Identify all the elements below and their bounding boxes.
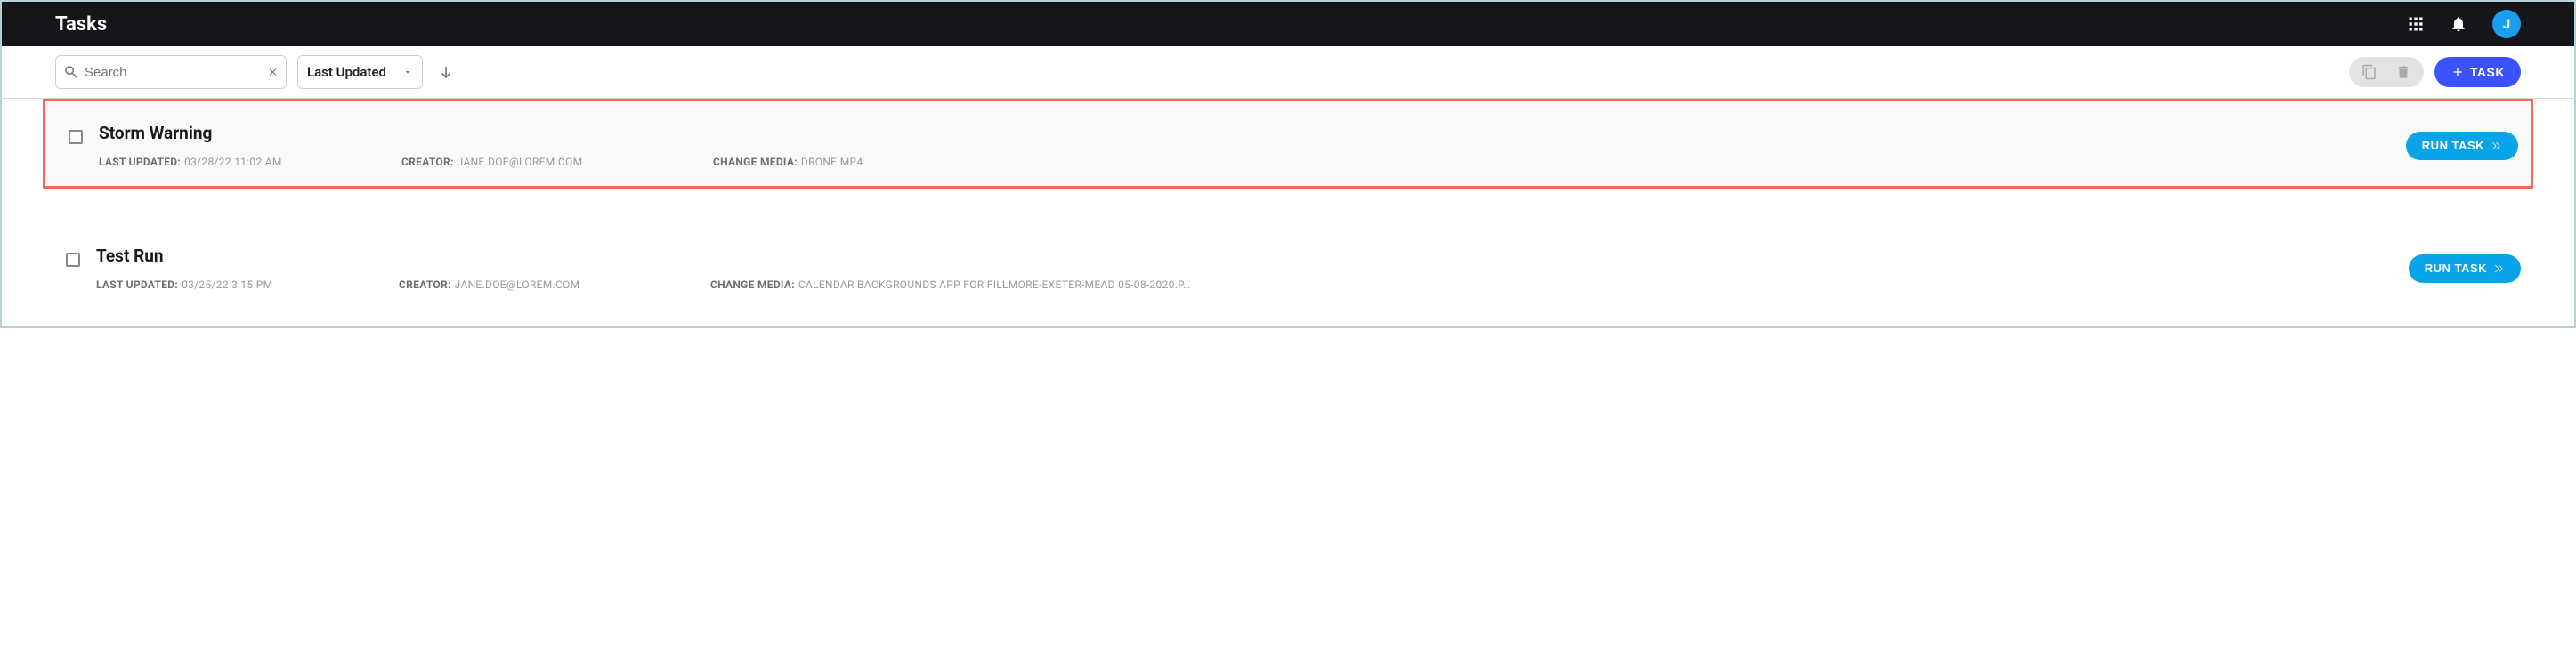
task-meta: LAST UPDATED:03/28/22 11:02 AM CREATOR:J…: [99, 156, 2390, 168]
chevron-double-right-icon: [2490, 140, 2502, 152]
search-input[interactable]: [79, 65, 267, 80]
copy-icon[interactable]: [2361, 64, 2378, 80]
meta-change-media: CHANGE MEDIA:DRONE.MP4: [713, 156, 2390, 168]
task-row[interactable]: Storm Warning LAST UPDATED:03/28/22 11:0…: [43, 99, 2533, 189]
page-title: Tasks: [55, 13, 107, 36]
task-title: Test Run: [96, 245, 2393, 266]
run-task-label: RUN TASK: [2425, 262, 2487, 275]
meta-creator: CREATOR:JANE.DOE@LOREM.COM: [401, 156, 713, 168]
run-task-label: RUN TASK: [2422, 139, 2484, 152]
meta-creator: CREATOR:JANE.DOE@LOREM.COM: [399, 278, 710, 291]
task-list: Storm Warning LAST UPDATED:03/28/22 11:0…: [2, 99, 2574, 326]
task-body: Test Run LAST UPDATED:03/25/22 3:15 PM C…: [96, 245, 2393, 291]
task-title: Storm Warning: [99, 123, 2390, 143]
arrow-down-icon: [438, 64, 454, 80]
sort-select[interactable]: Last Updated: [297, 55, 423, 89]
trash-icon[interactable]: [2395, 64, 2411, 80]
bulk-actions: [2349, 57, 2424, 87]
search-box[interactable]: [55, 55, 287, 89]
bell-icon[interactable]: [2450, 15, 2467, 33]
meta-change-media: CHANGE MEDIA:CALENDAR BACKGROUNDS APP FO…: [710, 278, 2393, 291]
clear-icon[interactable]: [267, 64, 279, 80]
sort-label: Last Updated: [307, 64, 386, 80]
avatar[interactable]: J: [2492, 10, 2521, 38]
task-checkbox[interactable]: [66, 253, 80, 267]
chevron-double-right-icon: [2492, 262, 2505, 275]
apps-icon[interactable]: [2407, 15, 2425, 33]
add-task-button[interactable]: TASK: [2434, 57, 2521, 87]
toolbar: Last Updated TASK: [2, 46, 2574, 99]
meta-last-updated: LAST UPDATED:03/25/22 3:15 PM: [96, 278, 399, 291]
plus-icon: [2450, 65, 2465, 79]
task-body: Storm Warning LAST UPDATED:03/28/22 11:0…: [99, 123, 2390, 168]
meta-last-updated: LAST UPDATED:03/28/22 11:02 AM: [99, 156, 401, 168]
search-icon: [63, 64, 79, 80]
topbar-right: J: [2407, 10, 2521, 38]
task-row[interactable]: Test Run LAST UPDATED:03/25/22 3:15 PM C…: [43, 224, 2533, 309]
task-checkbox[interactable]: [69, 130, 83, 144]
task-meta: LAST UPDATED:03/25/22 3:15 PM CREATOR:JA…: [96, 278, 2393, 291]
topbar: Tasks J: [2, 2, 2574, 46]
chevron-down-icon: [402, 67, 413, 77]
add-task-label: TASK: [2470, 65, 2505, 79]
run-task-button[interactable]: RUN TASK: [2409, 254, 2521, 283]
run-task-button[interactable]: RUN TASK: [2406, 132, 2518, 160]
sort-direction-button[interactable]: [437, 63, 455, 81]
